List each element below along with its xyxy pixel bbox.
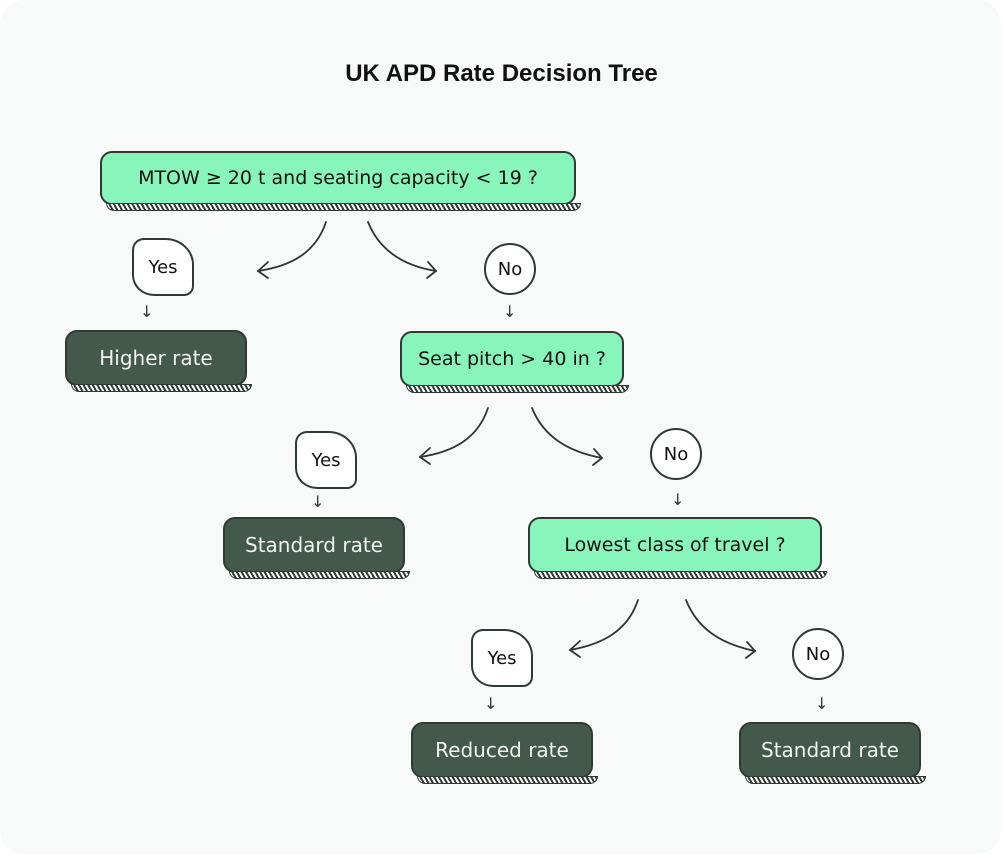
connector-q2-yes bbox=[419, 407, 489, 458]
result-node-standard-rate-2: Standard rate bbox=[739, 722, 926, 784]
arrow-down-icon: ↓ bbox=[671, 490, 685, 509]
result-text: Reduced rate bbox=[435, 738, 569, 762]
result-node-standard-rate-1: Standard rate bbox=[223, 517, 410, 579]
branch-badge-yes: Yes bbox=[471, 629, 537, 692]
branch-badge-yes: Yes bbox=[295, 431, 361, 494]
connector-q3-yes bbox=[569, 599, 639, 651]
arrow-down-icon: ↓ bbox=[815, 694, 829, 713]
question-node-lowest-class: Lowest class of travel ? bbox=[528, 517, 827, 579]
arrow-down-icon: ↓ bbox=[311, 492, 325, 511]
badge-label: Yes bbox=[148, 256, 178, 278]
question-text: Lowest class of travel ? bbox=[564, 534, 786, 556]
connector-q3-no bbox=[685, 599, 756, 652]
question-text: MTOW ≥ 20 t and seating capacity < 19 ? bbox=[138, 167, 538, 189]
branch-badge-no: No bbox=[484, 243, 540, 300]
connector-q1-yes bbox=[257, 221, 327, 272]
question-text: Seat pitch > 40 in ? bbox=[418, 348, 606, 370]
result-node-higher-rate: Higher rate bbox=[65, 330, 252, 392]
question-node-mtow: MTOW ≥ 20 t and seating capacity < 19 ? bbox=[100, 151, 581, 211]
badge-label: Yes bbox=[311, 449, 341, 471]
badge-label: No bbox=[663, 443, 689, 465]
arrow-down-icon: ↓ bbox=[140, 302, 154, 321]
result-text: Standard rate bbox=[761, 738, 899, 762]
branch-badge-yes: Yes bbox=[132, 238, 198, 301]
branch-badge-no: No bbox=[792, 628, 848, 685]
connector-q1-no bbox=[367, 221, 437, 272]
question-node-seat-pitch: Seat pitch > 40 in ? bbox=[400, 331, 629, 393]
badge-label: Yes bbox=[487, 647, 517, 669]
arrow-down-icon: ↓ bbox=[484, 694, 498, 713]
branch-badge-no: No bbox=[650, 428, 706, 485]
connector-q2-no bbox=[531, 407, 603, 459]
result-text: Higher rate bbox=[99, 346, 213, 370]
result-node-reduced-rate: Reduced rate bbox=[411, 722, 598, 784]
badge-label: No bbox=[497, 258, 523, 280]
result-text: Standard rate bbox=[245, 533, 383, 557]
arrow-down-icon: ↓ bbox=[503, 302, 517, 321]
badge-label: No bbox=[805, 643, 831, 665]
